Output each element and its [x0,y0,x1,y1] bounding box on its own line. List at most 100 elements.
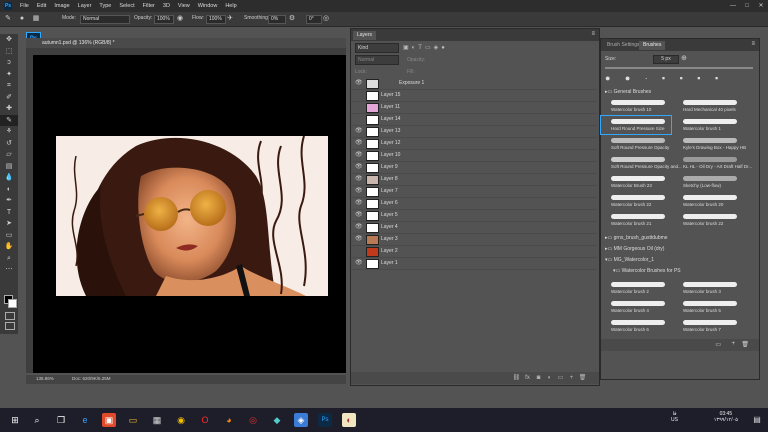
new-brush-icon[interactable]: + [731,341,735,347]
system-clock[interactable]: 03:45 ۱۳۹۹/۱۲/۰۵ [714,411,738,423]
layer-row[interactable]: Layer 15 [351,89,597,102]
blend-mode-select[interactable]: Normal [355,55,399,65]
chrome-icon[interactable]: ◉ [174,413,188,427]
opera-icon[interactable]: O [198,413,212,427]
layer-row[interactable]: Layer 2 [351,245,597,258]
zoom-level[interactable]: 135.86% [36,376,54,381]
brush-item[interactable]: Watercolor brush 4 [601,298,671,316]
menu-view[interactable]: View [174,0,194,12]
lasso-tool-icon[interactable]: ↄ [0,57,18,69]
add-mask-icon[interactable]: ◙ [533,372,544,384]
eraser-tool-icon[interactable]: ▱ [0,149,18,161]
background-color-swatch[interactable] [8,299,17,308]
panel-menu-icon[interactable]: ≡ [751,41,755,47]
calculator-icon[interactable]: ▦ [150,413,164,427]
zoom-tool-icon[interactable]: ⌕ [0,253,18,265]
new-brush-icon[interactable]: ⊕ [681,55,689,63]
brush-item[interactable]: Watercolor brush 21 [601,211,671,229]
smoothing-field[interactable]: 0% [268,15,286,24]
pressure-opacity-icon[interactable]: ◉ [176,15,184,23]
app-icon[interactable]: ◐ [342,413,356,427]
layer-style-icon[interactable]: fx [522,372,533,384]
brush-item[interactable]: Soft Round Pressure Opacity and... [601,154,682,172]
panel-menu-icon[interactable]: ≡ [591,31,595,37]
artwork-portrait[interactable] [56,136,328,296]
brush-item[interactable]: Kyle's Drawing Box - Happy HB [673,135,746,153]
media-player-icon[interactable]: ◎ [246,413,260,427]
layer-row[interactable]: 👁 Layer 7 [351,185,597,198]
visibility-eye-icon[interactable]: 👁 [355,151,363,158]
size-slider[interactable] [605,67,753,69]
visibility-eye-icon[interactable]: 👁 [355,259,363,266]
quick-select-tool-icon[interactable]: ✦ [0,69,18,81]
brush-settings-toggle-icon[interactable]: ▦ [32,15,40,23]
brush-item[interactable]: Watercolor brush 1 [673,116,743,134]
store-icon[interactable]: ▣ [102,413,116,427]
tab-layers[interactable]: Layers [353,31,377,40]
brush-item[interactable]: Watercolor brush 22 [601,192,671,210]
brush-preset-icon[interactable]: ● [18,15,26,23]
visibility-eye-icon[interactable]: 👁 [355,199,363,206]
blur-tool-icon[interactable]: 💧 [0,172,18,184]
menu-3d[interactable]: 3D [159,0,174,12]
link-layers-icon[interactable]: ⛓ [511,372,522,384]
visibility-eye-icon[interactable]: 👁 [355,163,363,170]
layer-row[interactable]: 👁 Layer 13 [351,125,597,138]
document-tab[interactable]: autumn1.psd @ 136% (RGB/8) * [26,38,346,48]
brush-group[interactable]: ▾▭ MG_Watercolor_1 [605,255,755,265]
brush-group[interactable]: ▸▭ grns_brush_gusttdubme [605,233,755,243]
file-explorer-icon[interactable]: ▭ [126,413,140,427]
menu-edit[interactable]: Edit [33,0,50,12]
gradient-tool-icon[interactable]: ▤ [0,161,18,173]
layer-kind-filter[interactable]: Kind [355,43,399,53]
menu-help[interactable]: Help [221,0,240,12]
brush-item[interactable]: Watercolor brush 10 [601,97,671,115]
menu-image[interactable]: Image [50,0,73,12]
history-brush-tool-icon[interactable]: ↺ [0,138,18,150]
brush-item[interactable]: KL HL - Oil Dry - Art Draft Half Dr... [673,154,752,172]
layer-row[interactable]: 👁 Layer 5 [351,209,597,222]
brush-group-general[interactable]: ▸▭ General Brushes [605,87,755,97]
clone-stamp-tool-icon[interactable]: ⚘ [0,126,18,138]
delete-layer-icon[interactable]: 🗑 [577,372,588,384]
visibility-eye-icon[interactable]: 👁 [355,235,363,242]
layer-row[interactable]: 👁 Layer 8 [351,173,597,186]
menu-type[interactable]: Type [95,0,115,12]
photoshop-taskbar-icon[interactable]: Ps [318,413,332,427]
screen-mode-icon[interactable] [5,322,15,330]
new-layer-icon[interactable]: + [566,372,577,384]
menu-select[interactable]: Select [115,0,138,12]
search-icon[interactable]: ⌕ [30,413,44,427]
move-tool-icon[interactable]: ✥ [0,34,18,46]
layer-row[interactable]: 👁 Layer 3 [351,233,597,246]
visibility-eye-icon[interactable]: 👁 [355,175,363,182]
document-info[interactable]: Doc: 620/9K/6.25M [72,376,111,381]
dodge-tool-icon[interactable]: ◐ [0,184,18,196]
edge-browser-icon[interactable]: e [78,413,92,427]
brush-item[interactable]: Watercolor brush 7 [673,317,743,335]
angle-field[interactable]: 0° [306,15,322,24]
menu-window[interactable]: Window [194,0,222,12]
healing-tool-icon[interactable]: ✚ [0,103,18,115]
brush-item[interactable]: Watercolor brush 22 [673,211,743,229]
brush-subgroup[interactable]: ▾▭ Watercolor Brushes for PS [613,266,763,276]
visibility-eye-icon[interactable]: 👁 [355,79,363,86]
tab-brush-settings[interactable]: Brush Settings [603,41,644,50]
delete-brush-icon[interactable]: 🗑 [741,341,749,348]
type-tool-icon[interactable]: T [0,207,18,219]
flow-field[interactable]: 100% [206,15,226,24]
brush-item[interactable]: Watercolor brush 5 [673,298,743,316]
size-field[interactable]: 5 px [653,55,679,64]
airbrush-icon[interactable]: ✈ [226,15,234,23]
quick-mask-icon[interactable] [5,312,15,320]
brush-item[interactable]: Hard Mechanical 40 pixels [673,97,743,115]
brush-item-selected[interactable]: Hard Round Pressure Size [600,115,672,135]
layer-row[interactable]: 👁 Layer 1 [351,257,597,270]
marquee-tool-icon[interactable]: ⬚ [0,46,18,58]
layer-row[interactable]: 👁 Exposure 1 [351,77,597,90]
brush-item[interactable]: Watercolor brush 6 [601,317,671,335]
brush-tool-icon[interactable]: ✎ [4,15,12,23]
brush-item[interactable]: Soft Round Pressure Opacity [601,135,671,153]
visibility-eye-icon[interactable]: 👁 [355,211,363,218]
pen-tool-icon[interactable]: ✒ [0,195,18,207]
